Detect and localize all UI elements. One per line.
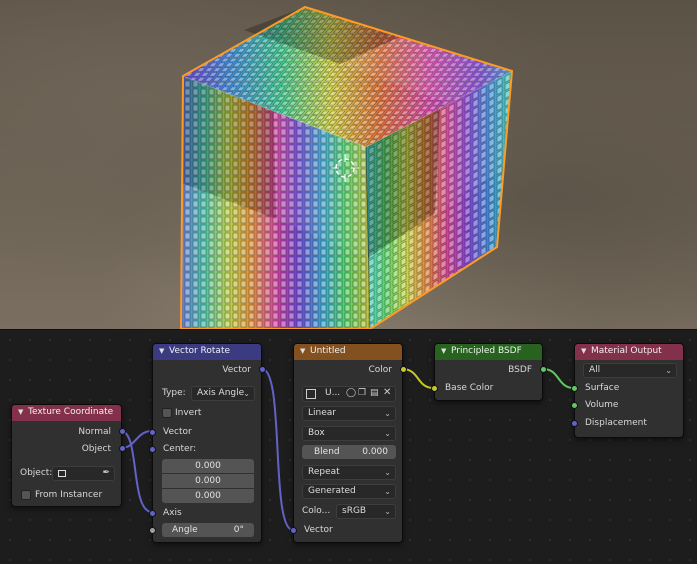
link-normal-to-axis — [120, 430, 153, 513]
image-name[interactable]: U... — [325, 388, 340, 398]
invert-checkbox[interactable] — [162, 408, 172, 418]
projection-dropdown[interactable]: Box ⌄ — [302, 426, 396, 441]
3d-viewport[interactable] — [0, 0, 697, 329]
folder-icon[interactable]: ▤ — [370, 388, 379, 398]
collapse-chevron-icon[interactable]: ▼ — [581, 344, 591, 359]
eyedropper-icon[interactable]: ✒ — [102, 467, 110, 480]
link-object-to-vector — [120, 430, 153, 449]
input-vector: Vector — [304, 525, 333, 535]
type-dropdown[interactable]: Axis Angle ⌄ — [191, 386, 255, 401]
input-axis: Axis — [163, 508, 182, 518]
chevron-down-icon: ⌄ — [384, 429, 391, 438]
extension-value: Repeat — [308, 467, 340, 477]
input-vector: Vector — [163, 427, 192, 437]
socket-angle[interactable] — [149, 527, 156, 534]
node-header[interactable]: ▼ Texture Coordinate — [12, 405, 121, 421]
angle-field[interactable]: Angle 0° — [162, 523, 254, 537]
blend-value: 0.000 — [362, 447, 388, 457]
node-vector-rotate[interactable]: ▼ Vector Rotate Vector Type: Axis Angle ⌄ … — [149, 343, 266, 543]
node-header[interactable]: ▼ Untitled — [294, 344, 402, 360]
blend-label: Blend — [314, 447, 340, 457]
close-icon[interactable]: ✕ — [383, 387, 391, 398]
node-title: Texture Coordinate — [28, 407, 114, 417]
socket-bsdf-out[interactable] — [540, 366, 547, 373]
node-material-output[interactable]: ▼ Material Output All ⌄ Surface Volume Dis… — [571, 343, 684, 438]
projection-value: Box — [308, 428, 325, 438]
output-vector: Vector — [222, 365, 251, 375]
node-title: Principled BSDF — [451, 346, 522, 356]
blend-field[interactable]: Blend 0.000 — [302, 445, 396, 459]
node-texture-coordinate[interactable]: ▼ Texture Coordinate Normal Object Object… — [11, 404, 126, 507]
chevron-down-icon: ⌄ — [384, 468, 391, 477]
socket-vector-out[interactable] — [259, 366, 266, 373]
object-cube-icon — [58, 470, 66, 477]
chevron-down-icon: ⌄ — [243, 389, 250, 398]
collapse-chevron-icon[interactable]: ▼ — [159, 344, 169, 359]
output-object: Object — [81, 444, 111, 454]
chevron-down-icon: ⌄ — [384, 487, 391, 496]
collapse-chevron-icon[interactable]: ▼ — [18, 405, 28, 420]
angle-label: Angle — [172, 525, 198, 535]
center-x-field[interactable]: 0.000 — [162, 459, 254, 473]
chevron-down-icon: ⌄ — [384, 409, 391, 418]
target-value: All — [589, 365, 601, 375]
shader-node-editor[interactable]: ▼ Texture Coordinate Normal Object Object… — [0, 329, 697, 563]
node-header[interactable]: ▼ Material Output — [575, 344, 683, 360]
source-dropdown[interactable]: Generated ⌄ — [302, 484, 396, 499]
socket-normal[interactable] — [119, 428, 126, 435]
input-displacement: Displacement — [585, 418, 647, 428]
interpolation-dropdown[interactable]: Linear ⌄ — [302, 406, 396, 421]
object-picker[interactable]: ✒ — [52, 466, 115, 481]
link-bsdf-to-surface — [542, 368, 575, 389]
from-instancer-label: From Instancer — [35, 490, 103, 500]
duplicate-icon[interactable]: ❐ — [358, 388, 366, 398]
collapse-chevron-icon[interactable]: ▼ — [441, 344, 451, 359]
target-dropdown[interactable]: All ⌄ — [583, 363, 677, 378]
interpolation-value: Linear — [308, 408, 336, 418]
link-color-to-basecolor — [401, 368, 435, 389]
output-bsdf: BSDF — [508, 365, 532, 375]
invert-label: Invert — [175, 408, 202, 418]
link-rotate-to-texture — [261, 368, 294, 531]
input-base-color: Base Color — [445, 383, 494, 393]
node-title: Untitled — [310, 346, 346, 356]
source-value: Generated — [308, 486, 356, 496]
cube-object[interactable] — [0, 0, 697, 329]
node-header[interactable]: ▼ Principled BSDF — [435, 344, 542, 360]
output-color: Color — [368, 365, 393, 375]
socket-color-out[interactable] — [400, 366, 407, 373]
center-y-field[interactable]: 0.000 — [162, 474, 254, 488]
input-volume: Volume — [585, 400, 619, 410]
collapse-chevron-icon[interactable]: ▼ — [300, 344, 310, 359]
socket-object[interactable] — [119, 445, 126, 452]
colorspace-dropdown[interactable]: sRGB ⌄ — [336, 504, 396, 519]
image-browse-icon[interactable] — [306, 389, 316, 399]
fake-user-icon[interactable]: ◯ — [346, 388, 356, 398]
from-instancer-checkbox[interactable] — [21, 490, 31, 500]
node-title: Vector Rotate — [169, 346, 231, 356]
extension-dropdown[interactable]: Repeat ⌄ — [302, 465, 396, 480]
input-surface: Surface — [585, 383, 620, 393]
node-principled-bsdf[interactable]: ▼ Principled BSDF BSDF Base Color — [431, 343, 547, 401]
colorspace-value: sRGB — [342, 506, 367, 516]
image-selector[interactable]: U... ◯ ❐ ▤ ✕ — [302, 386, 396, 402]
type-value: Axis Angle — [197, 388, 245, 398]
node-header[interactable]: ▼ Vector Rotate — [153, 344, 261, 360]
chevron-down-icon: ⌄ — [665, 366, 672, 375]
node-title: Material Output — [591, 346, 662, 356]
chevron-down-icon: ⌄ — [384, 507, 391, 516]
node-image-texture[interactable]: ▼ Untitled Color U... ◯ ❐ ▤ ✕ Linear ⌄ Box… — [290, 343, 407, 543]
center-z-field[interactable]: 0.000 — [162, 489, 254, 503]
angle-value: 0° — [233, 525, 244, 535]
input-center: Center: — [163, 444, 197, 454]
output-normal: Normal — [78, 427, 111, 437]
